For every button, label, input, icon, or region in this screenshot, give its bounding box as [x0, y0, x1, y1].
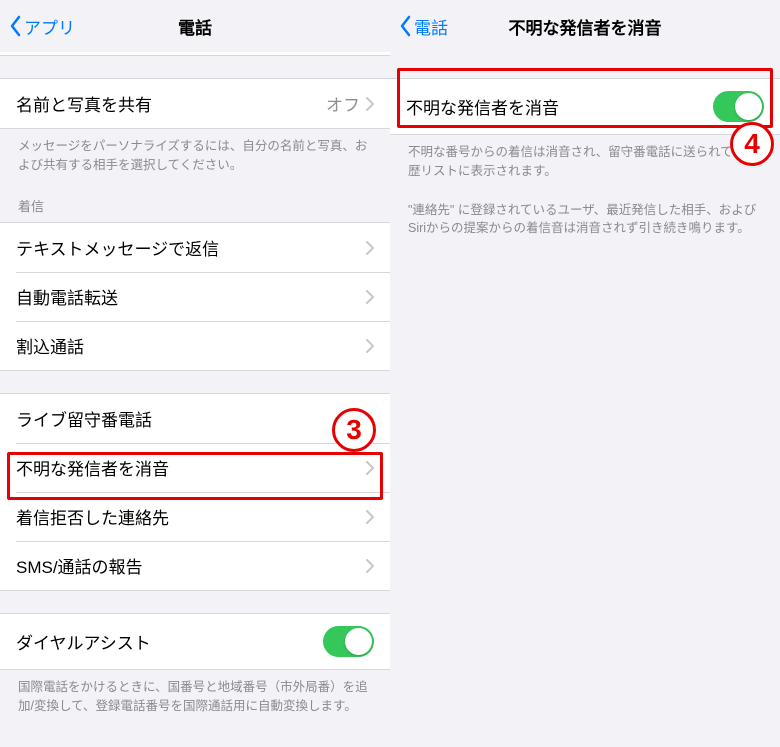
call-waiting-row[interactable]: 割込通話: [0, 321, 390, 370]
back-button[interactable]: アプリ: [8, 14, 75, 39]
row-label: ダイヤルアシスト: [16, 629, 323, 654]
back-label: アプリ: [24, 14, 75, 39]
silence-unknown-toggle[interactable]: [713, 91, 764, 122]
live-voicemail-row[interactable]: ライブ留守番電話: [0, 394, 390, 443]
row-label: 着信拒否した連絡先: [16, 504, 366, 529]
chevron-right-icon: [366, 97, 374, 111]
prev-group-edge: [0, 52, 390, 56]
incoming-header: 着信: [0, 197, 390, 223]
share-footer: メッセージをパーソナライズするには、自分の名前と写真、および共有する相手を選択し…: [0, 129, 390, 175]
chevron-right-icon: [366, 559, 374, 573]
nav-bar: 電話 不明な発信者を消音: [390, 0, 780, 52]
row-label: 名前と写真を共有: [16, 91, 326, 116]
chevron-right-icon: [366, 510, 374, 524]
back-button[interactable]: 電話: [398, 14, 448, 39]
row-label: ライブ留守番電話: [16, 406, 366, 431]
silence-group: ライブ留守番電話 不明な発信者を消音 着信拒否した連絡先 SMS/通話の報告: [0, 393, 390, 591]
row-label: 不明な発信者を消音: [406, 94, 713, 119]
nav-bar: アプリ 電話: [0, 0, 390, 52]
row-label: 自動電話転送: [16, 284, 366, 309]
share-group: 名前と写真を共有 オフ メッセージをパーソナライズするには、自分の名前と写真、お…: [0, 78, 390, 175]
call-forwarding-row[interactable]: 自動電話転送: [0, 272, 390, 321]
row-label: SMS/通話の報告: [16, 553, 366, 578]
phone-settings-pane: アプリ 電話 名前と写真を共有 オフ メッセージをパーソナライズするには、自分の…: [0, 0, 390, 747]
silence-unknown-toggle-row[interactable]: 不明な発信者を消音: [390, 79, 780, 134]
row-label: 不明な発信者を消音: [16, 455, 366, 480]
blocked-contacts-row[interactable]: 着信拒否した連絡先: [0, 492, 390, 541]
silence-footer-2: "連絡先" に登録されているユーザ、最近発信した相手、およびSiriからの提案か…: [390, 193, 780, 239]
toggle-group: 不明な発信者を消音 不明な番号からの着信は消音され、留守番電話に送られて、履歴リ…: [390, 78, 780, 238]
silence-footer-1: 不明な番号からの着信は消音され、留守番電話に送られて、履歴リストに表示されます。: [390, 135, 780, 181]
dial-assist-footer: 国際電話をかけるときに、国番号と地域番号（市外局番）を追加/変換して、登録電話番…: [0, 670, 390, 716]
dial-assist-toggle[interactable]: [323, 626, 374, 657]
row-value: オフ: [326, 91, 360, 116]
chevron-right-icon: [366, 412, 374, 426]
reply-with-text-row[interactable]: テキストメッセージで返信: [0, 223, 390, 272]
chevron-right-icon: [366, 339, 374, 353]
incoming-group: 着信 テキストメッセージで返信 自動電話転送 割込通話: [0, 197, 390, 372]
chevron-right-icon: [366, 290, 374, 304]
chevron-right-icon: [366, 461, 374, 475]
content: 不明な発信者を消音 不明な番号からの着信は消音され、留守番電話に送られて、履歴リ…: [390, 52, 780, 747]
share-name-photo-row[interactable]: 名前と写真を共有 オフ: [0, 79, 390, 128]
dial-assist-group: ダイヤルアシスト 国際電話をかけるときに、国番号と地域番号（市外局番）を追加/変…: [0, 613, 390, 716]
silence-unknown-callers-row[interactable]: 不明な発信者を消音: [0, 443, 390, 492]
silence-unknown-pane: 電話 不明な発信者を消音 不明な発信者を消音 不明な番号からの着信は消音され、留…: [390, 0, 780, 747]
sms-call-reporting-row[interactable]: SMS/通話の報告: [0, 541, 390, 590]
page-title: 不明な発信者を消音: [390, 14, 780, 39]
chevron-left-icon: [8, 15, 22, 37]
row-label: 割込通話: [16, 333, 366, 358]
dial-assist-row[interactable]: ダイヤルアシスト: [0, 614, 390, 669]
back-label: 電話: [414, 14, 448, 39]
chevron-right-icon: [366, 241, 374, 255]
chevron-left-icon: [398, 15, 412, 37]
content: 名前と写真を共有 オフ メッセージをパーソナライズするには、自分の名前と写真、お…: [0, 52, 390, 747]
row-label: テキストメッセージで返信: [16, 235, 366, 260]
